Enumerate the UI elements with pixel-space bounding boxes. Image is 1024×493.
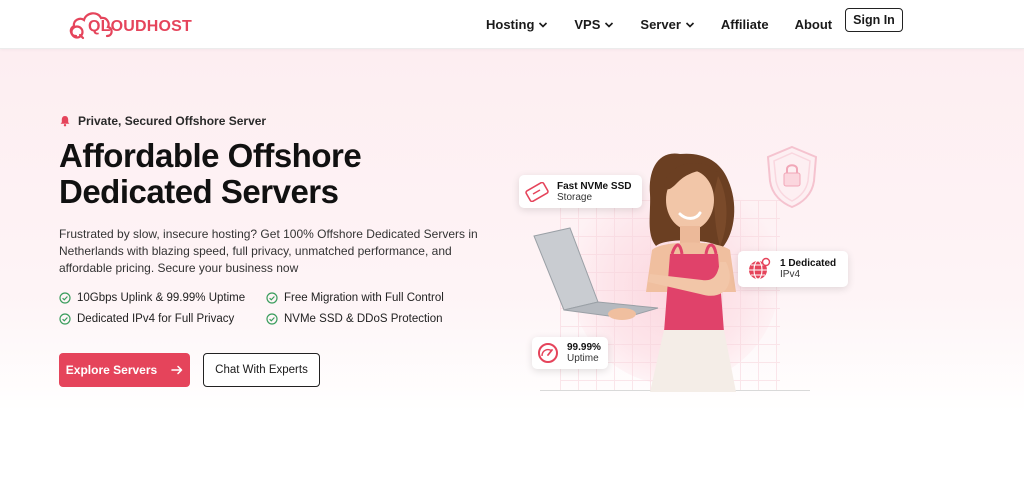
nav-item-affiliate[interactable]: Affiliate <box>721 17 769 32</box>
title-line-1: Affordable Offshore <box>59 137 362 174</box>
button-label: Explore Servers <box>65 363 158 377</box>
nav-label: Affiliate <box>720 17 769 32</box>
main-nav: Hosting VPS Server Affiliate About <box>486 0 858 49</box>
feature-text: NVMe SSD & DDoS Protection <box>284 313 443 325</box>
speedometer-icon <box>538 343 558 363</box>
chat-with-experts-button[interactable]: Chat With Experts <box>203 353 320 387</box>
feature-item: Free Migration with Full Control <box>266 292 466 304</box>
nav-label: Hosting <box>486 17 535 32</box>
nav-label: VPS <box>574 17 601 32</box>
chevron-down-icon <box>685 21 694 28</box>
nav-item-hosting[interactable]: Hosting <box>486 17 548 32</box>
sign-in-button[interactable]: Sign In <box>845 8 903 32</box>
tagline-text: Private, Secured Offshore Server <box>78 114 267 128</box>
check-circle-icon <box>59 292 71 304</box>
badge-subtitle: Uptime <box>567 353 599 364</box>
brand-name: QLOUDHOST <box>88 18 193 35</box>
nav-item-vps[interactable]: VPS <box>574 17 614 32</box>
badge-title: Fast NVMe SSD <box>557 180 632 192</box>
site-header: QLOUDHOST Hosting VPS Server Affiliate A… <box>0 0 1024 49</box>
hero-tagline: Private, Secured Offshore Server <box>59 114 266 128</box>
feature-list: 10Gbps Uplink & 99.99% Uptime Free Migra… <box>59 292 479 325</box>
check-circle-icon <box>266 313 278 325</box>
feature-item: Dedicated IPv4 for Full Privacy <box>59 313 266 325</box>
badge-subtitle: IPv4 <box>780 269 801 280</box>
nav-label: About <box>794 17 833 32</box>
nav-item-about[interactable]: About <box>795 17 833 32</box>
badge-title: 99.99% <box>567 342 601 353</box>
badge-dedicated-ipv4: 1 Dedicated IPv4 <box>738 251 848 287</box>
feature-text: Free Migration with Full Control <box>284 292 444 304</box>
nav-item-server[interactable]: Server <box>640 17 694 32</box>
hero-description: Frustrated by slow, insecure hosting? Ge… <box>59 227 478 275</box>
bell-icon <box>60 116 70 127</box>
nav-label: Server <box>640 17 681 32</box>
ssd-drive-icon <box>525 181 549 202</box>
feature-item: 10Gbps Uplink & 99.99% Uptime <box>59 292 266 304</box>
badge-title: 1 Dedicated <box>780 258 837 269</box>
check-circle-icon <box>266 292 278 304</box>
chevron-down-icon <box>605 21 614 28</box>
badge-uptime: 99.99% Uptime <box>532 337 608 369</box>
shield-lock-icon <box>766 145 818 209</box>
feature-text: Dedicated IPv4 for Full Privacy <box>77 313 235 325</box>
badge-subtitle: Storage <box>557 191 593 203</box>
chevron-down-icon <box>539 21 548 28</box>
arrow-right-icon <box>171 365 183 375</box>
page-title: Affordable Offshore Dedicated Servers <box>59 138 479 210</box>
brand-logo[interactable]: QLOUDHOST <box>68 6 192 42</box>
explore-servers-button[interactable]: Explore Servers <box>59 353 190 387</box>
title-line-2: Dedicated Servers <box>59 173 339 210</box>
badge-nvme-ssd: Fast NVMe SSD Storage <box>519 175 642 208</box>
check-circle-icon <box>59 313 71 325</box>
globe-icon <box>749 257 771 280</box>
feature-item: NVMe SSD & DDoS Protection <box>266 313 466 325</box>
feature-text: 10Gbps Uplink & 99.99% Uptime <box>77 292 246 304</box>
